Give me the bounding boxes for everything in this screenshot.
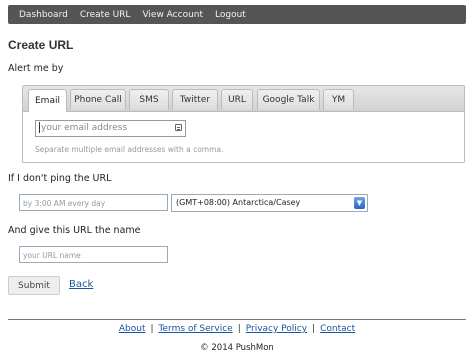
chevron-down-icon[interactable]: ▼ [354,197,365,209]
tab-url[interactable]: URL [221,89,253,110]
tab-google-talk[interactable]: Google Talk [257,89,320,110]
nav-create-url[interactable]: Create URL [80,10,131,20]
timezone-value: (GMT+08:00) Antarctica/Casey [176,198,301,207]
footer-privacy[interactable]: Privacy Policy [246,324,307,334]
tab-ym[interactable]: YM [323,89,354,110]
timezone-select[interactable]: (GMT+08:00) Antarctica/Casey ▼ [171,194,368,212]
nav-view-account[interactable]: View Account [142,10,203,20]
tab-sms[interactable]: SMS [129,89,169,110]
tab-phone-call[interactable]: Phone Call [70,89,126,110]
text-caret [39,122,40,133]
email-placeholder: your email address [41,123,128,133]
submit-button[interactable]: Submit [8,276,60,295]
copyright-text: © 2014 PushMon [200,343,274,353]
tab-email[interactable]: Email [28,89,67,112]
ping-time-field[interactable]: by 3:00 AM every day [19,194,168,211]
keyboard-icon[interactable] [175,124,182,131]
page-title: Create URL [8,38,74,52]
footer-divider [8,319,466,320]
ping-label: If I don't ping the URL [8,173,112,184]
url-name-field[interactable]: your URL name [19,246,168,263]
footer-terms[interactable]: Terms of Service [159,324,233,334]
tab-twitter[interactable]: Twitter [172,89,218,110]
email-field[interactable]: your email address [35,120,186,137]
alert-method-panel: Email Phone Call SMS Twitter URL Google … [22,85,465,163]
footer-contact[interactable]: Contact [320,324,355,334]
alert-label: Alert me by [8,63,64,74]
alert-tab-bar: Email Phone Call SMS Twitter URL Google … [23,86,464,112]
url-name-label: And give this URL the name [8,225,141,236]
email-help-text: Separate multiple email addresses with a… [35,145,224,154]
top-nav: Dashboard Create URL View Account Logout [8,5,466,24]
footer-links: About | Terms of Service | Privacy Policy | Co… [118,324,356,334]
footer-about[interactable]: About [119,324,146,334]
back-link[interactable]: Back [69,279,93,290]
nav-dashboard[interactable]: Dashboard [19,10,68,20]
nav-logout[interactable]: Logout [215,10,246,20]
